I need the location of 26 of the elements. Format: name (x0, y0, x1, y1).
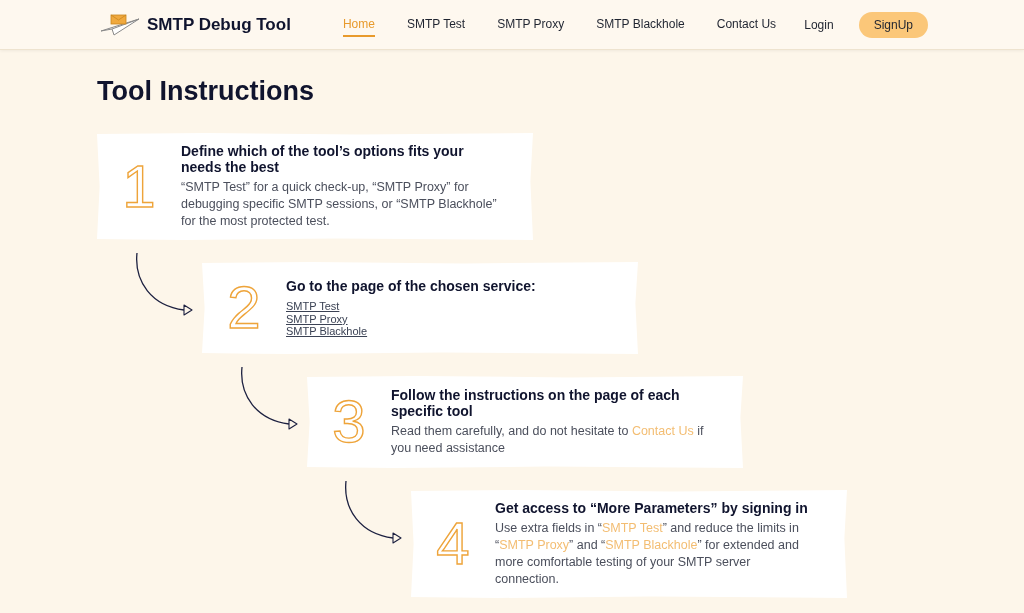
step-description: Read them carefully, and do not hesitate to Contact Us if you need assistance (391, 423, 705, 457)
service-link[interactable]: SMTP Proxy (286, 312, 348, 326)
step-number: 3 (332, 394, 366, 450)
nav-link[interactable]: SMTP Test (406, 12, 466, 37)
step-title: Define which of the tool’s options fits your needs the best (181, 143, 465, 175)
nav-link[interactable]: SMTP Proxy (497, 12, 565, 37)
signup-button[interactable]: SignUp (858, 11, 928, 38)
curved-arrow (345, 480, 402, 544)
step-title: Go to the page of the chosen service: (286, 278, 537, 295)
paper-plane-logo-icon (100, 13, 140, 36)
step-number: 2 (227, 280, 261, 336)
nav-link[interactable]: SMTP Blackhole (596, 12, 685, 37)
brand-name[interactable]: SMTP Debug Tool (147, 11, 291, 38)
page-title: Tool Instructions (97, 75, 314, 108)
service-link[interactable]: SMTP Test (286, 300, 340, 313)
curved-arrow (136, 252, 193, 316)
login-link[interactable]: Login (804, 15, 834, 34)
service-link[interactable]: SMTP Blackhole (286, 325, 368, 338)
step-number: 4 (436, 516, 470, 572)
curved-arrow (241, 366, 298, 430)
step-number: 1 (122, 158, 156, 215)
step-title: Follow the instructions on the page of each specific tool (391, 387, 681, 419)
step-description: “SMTP Test” for a quick check-up, “SMTP Proxy” for debugging specific SMTP sessions, or “SMTP Blackhole” for the most protected test. (181, 179, 498, 230)
step-description: Use extra fields in “SMTP Test” and reduce the limits in “SMTP Proxy” and “SMTP Blackhole” for extended and more comfortable testing of your SMTP server connection. (495, 520, 800, 588)
step-title: Get access to “More Parameters” by signing in (495, 500, 809, 516)
nav-link[interactable]: Contact Us (716, 12, 777, 37)
